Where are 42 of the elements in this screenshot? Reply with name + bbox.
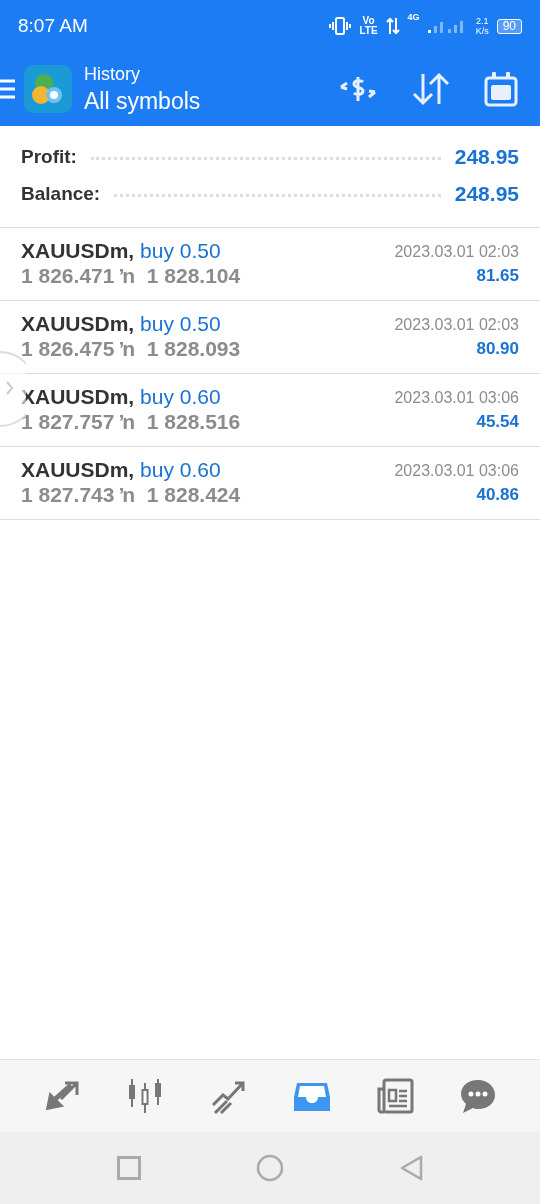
deal-prices: 1 826.475 ŉ 1 828.093 <box>21 337 242 361</box>
deal-type: buy 0.50 <box>140 312 221 335</box>
deal-profit: 81.65 <box>476 265 519 287</box>
deal-time: 2023.03.01 02:03 <box>394 315 519 335</box>
calendar-icon[interactable] <box>484 71 518 107</box>
deal-time: 2023.03.01 03:06 <box>394 388 519 408</box>
candlestick-icon[interactable] <box>126 1077 164 1115</box>
chat-bubble-icon[interactable] <box>459 1077 498 1115</box>
summary-value: 248.95 <box>454 145 519 169</box>
sort-icon[interactable] <box>412 72 450 106</box>
app-logo-icon <box>24 65 72 113</box>
vibrate-icon <box>329 17 352 35</box>
battery-indicator: 90 <box>496 18 522 34</box>
deal-profit: 40.86 <box>476 484 519 506</box>
screen-subtitle: History <box>84 63 141 85</box>
summary-value: 248.95 <box>454 182 519 206</box>
home-button[interactable] <box>256 1154 284 1182</box>
volte-label: Vo LTE <box>359 16 378 36</box>
deal-time: 2023.03.01 02:03 <box>394 242 519 262</box>
deal-profit: 80.90 <box>476 338 519 360</box>
deal-prices: 1 826.471 ŉ 1 828.104 <box>21 264 242 288</box>
deal-type: buy 0.60 <box>140 385 221 408</box>
summary-label: Profit: <box>21 146 77 168</box>
deal-symbol: XAUUSDm, <box>21 312 135 335</box>
deal-prices: 1 827.743 ŉ 1 828.424 <box>21 483 242 507</box>
deal-symbol: XAUUSDm, <box>21 239 135 262</box>
deal-type: buy 0.50 <box>140 239 221 262</box>
recents-button[interactable] <box>117 1156 142 1180</box>
screen-title: All symbols <box>84 87 201 115</box>
data-arrows-icon <box>385 17 400 35</box>
clock-time: 8:07 AM <box>18 15 88 37</box>
deal-profit: 45.54 <box>476 411 519 433</box>
menu-icon[interactable] <box>0 78 16 100</box>
network-speed-label: 2.1 K/s <box>475 16 489 36</box>
network-type-label: 4G <box>407 12 420 22</box>
deal-time: 2023.03.01 03:06 <box>394 461 519 481</box>
deal-type: buy 0.60 <box>140 458 221 481</box>
deal-symbol: XAUUSDm, <box>21 458 135 481</box>
back-button[interactable] <box>398 1155 423 1181</box>
summary-label: Balance: <box>21 183 101 205</box>
deal-symbol: XAUUSDm, <box>21 385 135 408</box>
newspaper-icon[interactable] <box>375 1077 414 1115</box>
